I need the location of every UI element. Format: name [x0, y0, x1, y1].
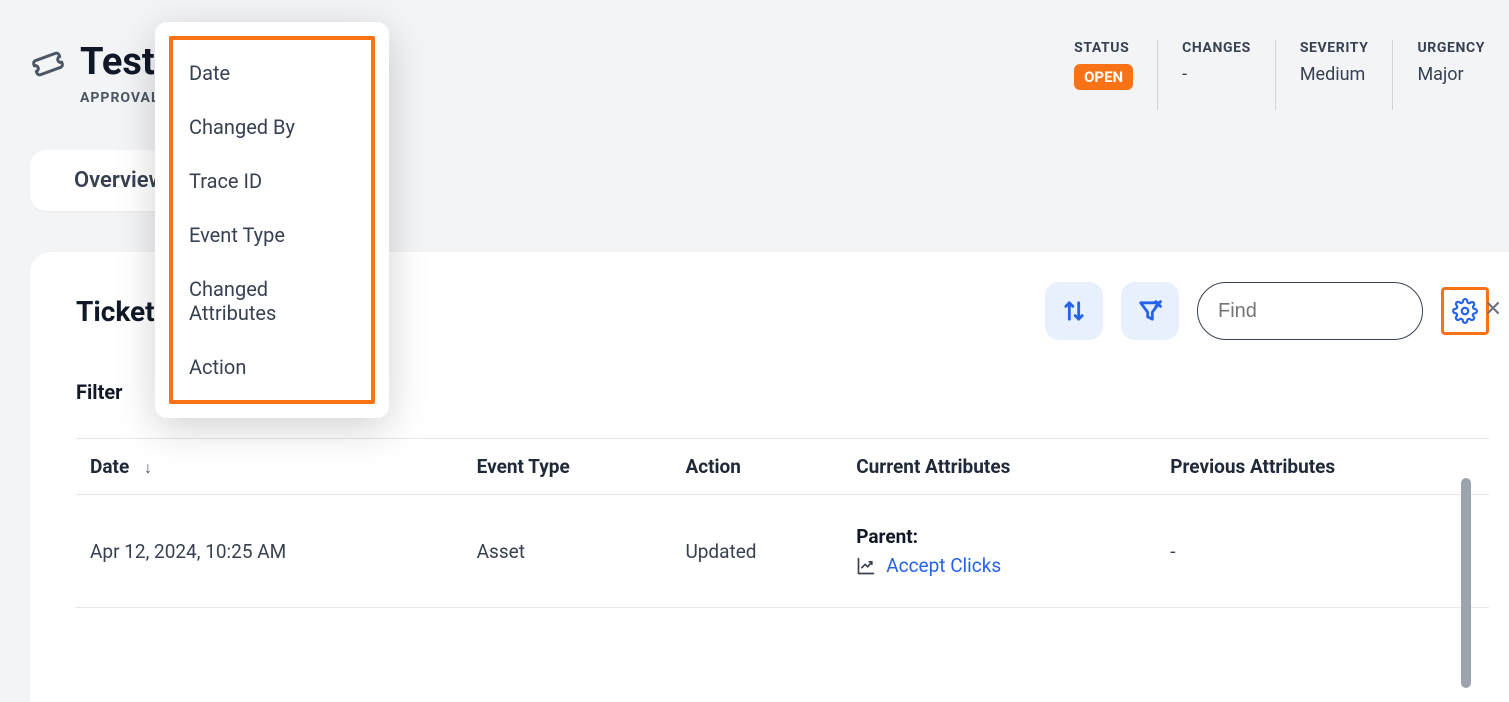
dropdown-item-event-type[interactable]: Event Type [173, 208, 371, 262]
scrollbar[interactable] [1461, 478, 1471, 688]
meta-urgency-label: URGENCY [1417, 40, 1485, 56]
col-event-type[interactable]: Event Type [463, 439, 672, 495]
find-input[interactable] [1218, 300, 1483, 323]
dropdown-item-changed-by[interactable]: Changed By [173, 100, 371, 154]
sort-button[interactable] [1045, 282, 1103, 340]
clear-filter-button[interactable] [1121, 282, 1179, 340]
col-current[interactable]: Current Attributes [842, 439, 1156, 495]
cell-current: Parent: Accept Clicks [842, 495, 1156, 608]
dropdown-item-changed-attributes[interactable]: Changed Attributes [173, 262, 371, 340]
dropdown-item-trace-id[interactable]: Trace ID [173, 154, 371, 208]
cell-event-type: Asset [463, 495, 672, 608]
ticket-icon [30, 46, 66, 86]
col-action[interactable]: Action [671, 439, 842, 495]
section-title: Ticket [76, 295, 155, 328]
meta-status-label: STATUS [1074, 40, 1133, 56]
page-title: Test [80, 40, 160, 84]
find-field[interactable] [1197, 282, 1423, 340]
chart-icon [856, 556, 876, 576]
attr-parent-label: Parent: [856, 525, 1142, 548]
clear-find-icon[interactable] [1483, 298, 1503, 324]
dropdown-item-date[interactable]: Date [173, 46, 371, 100]
column-settings-dropdown: Date Changed By Trace ID Event Type Chan… [155, 22, 389, 418]
cell-previous: - [1156, 495, 1489, 608]
approval-label: APPROVAL [80, 90, 160, 106]
sort-desc-icon: ↓ [144, 458, 152, 477]
meta-panel: STATUS OPEN CHANGES - SEVERITY Medium UR… [1050, 40, 1509, 110]
attr-parent-link[interactable]: Accept Clicks [856, 554, 1142, 577]
col-previous[interactable]: Previous Attributes [1156, 439, 1489, 495]
filter-label: Filter [76, 380, 122, 404]
meta-severity-value: Medium [1300, 64, 1369, 85]
history-table: Date ↓ Event Type Action Current Attribu… [76, 438, 1489, 608]
table-row: Apr 12, 2024, 10:25 AM Asset Updated Par… [76, 495, 1489, 608]
cell-action: Updated [671, 495, 842, 608]
meta-changes-value: - [1182, 64, 1251, 85]
status-badge: OPEN [1074, 64, 1133, 90]
meta-urgency-value: Major [1417, 64, 1485, 85]
meta-changes-label: CHANGES [1182, 40, 1251, 56]
cell-date: Apr 12, 2024, 10:25 AM [76, 495, 463, 608]
meta-severity-label: SEVERITY [1300, 40, 1369, 56]
col-date[interactable]: Date ↓ [76, 439, 463, 495]
dropdown-item-action[interactable]: Action [173, 340, 371, 394]
